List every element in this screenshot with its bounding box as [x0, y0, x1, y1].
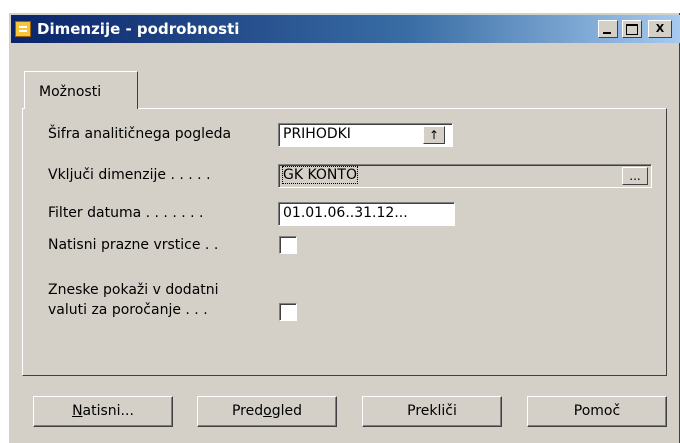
form-icon — [15, 21, 31, 37]
help-label: Pomoč — [573, 403, 621, 419]
minimize-button[interactable] — [598, 20, 618, 38]
show-amounts-checkbox[interactable] — [279, 303, 297, 321]
include-dimensions-label: Vključi dimenzije . . . . . — [48, 167, 211, 183]
print-empty-lines-checkbox[interactable] — [279, 236, 297, 254]
date-filter-label: Filter datuma . . . . . . . — [48, 205, 204, 221]
preview-hotkey: o — [263, 403, 272, 419]
print-hotkey: N — [72, 403, 83, 419]
assist-edit-button[interactable]: ... — [622, 167, 648, 185]
show-amounts-label-line1: Zneske pokaži v dodatni — [48, 282, 219, 298]
print-button[interactable]: Natisni... — [33, 396, 173, 427]
include-dimensions-value: GK KONTO — [282, 166, 358, 184]
lookup-arrow-button[interactable]: ↑ — [423, 126, 445, 144]
cancel-button[interactable]: Prekliči — [362, 396, 502, 427]
help-button[interactable]: Pomoč — [527, 396, 667, 427]
close-button[interactable]: X — [648, 20, 672, 38]
title-bar[interactable]: Dimenzije - podrobnosti X — [11, 15, 680, 43]
analysis-view-label: Šifra analitičnega pogleda — [48, 126, 232, 142]
maximize-button[interactable] — [622, 20, 642, 38]
date-filter-field[interactable]: 01.01.06..31.12... — [278, 202, 455, 226]
print-empty-lines-label: Natisni prazne vrstice . . — [48, 237, 219, 253]
preview-label-end: gled — [271, 403, 302, 419]
cancel-label: Prekliči — [407, 403, 457, 419]
date-filter-value: 01.01.06..31.12... — [283, 205, 408, 221]
include-dimensions-field[interactable]: GK KONTO — [278, 164, 652, 188]
preview-button[interactable]: Predogled — [197, 396, 337, 427]
window-title: Dimenzije - podrobnosti — [37, 20, 240, 38]
tab-options[interactable]: Možnosti — [24, 71, 138, 109]
show-amounts-label-line2: valuti za poročanje . . . — [48, 302, 208, 318]
preview-label-start: Pred — [231, 403, 264, 419]
tab-options-label: Možnosti — [39, 84, 102, 100]
print-label: atisni... — [82, 403, 134, 419]
analysis-view-value: PRIHODKI — [283, 126, 351, 142]
